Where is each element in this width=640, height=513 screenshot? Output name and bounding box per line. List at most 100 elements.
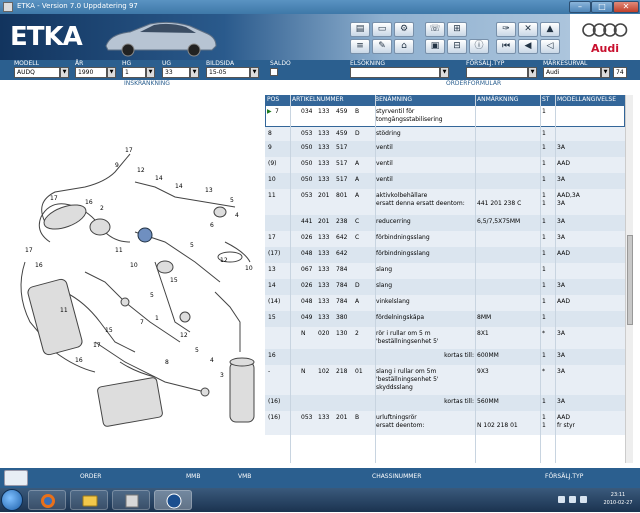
col-artikelnummer[interactable]: ARTIKELNUMMER [292,96,344,103]
modell-dropdown-icon[interactable]: ▼ [60,67,69,78]
table-row[interactable]: (16) 053 133 201 Burluftningsrör ersatt deent… [265,411,625,435]
tray-icon-3[interactable] [580,496,587,503]
prev-icon[interactable]: ◁ [540,39,560,54]
ar-dropdown-icon[interactable]: ▼ [107,67,116,78]
clock-time: 23:11 [610,492,626,498]
tray-icon-2[interactable] [569,496,576,503]
table-row[interactable]: 15 049 133 380 fördelningskåpa 8MM 1 [265,311,625,327]
table-row[interactable]: (17) 048 133 642 förbindningsslang 1 AAD [265,247,625,263]
order-icon[interactable]: ⊟ [447,39,467,54]
tray-icon-1[interactable] [558,496,565,503]
info-icon[interactable]: ⓘ [469,39,489,54]
col-modellangivelse[interactable]: MODELLANGIVELSE [557,96,616,103]
table-row[interactable]: (14) 048 133 784 Avinkelslang 1 AAD [265,295,625,311]
cell-pos: (17) [268,250,281,257]
bildsida-field[interactable]: 15-05 [206,67,250,78]
cell-modellangivelse: AAD [557,160,570,167]
col-benamning[interactable]: BENÄMNING [375,96,412,103]
svg-text:7: 7 [140,319,144,326]
car-icon[interactable]: ⌂ [394,39,414,54]
table-row[interactable]: 9 050 133 517 ventil 1 3A [265,141,625,157]
cart-icon[interactable]: ⊞ [447,22,467,37]
elsokning-dropdown-icon[interactable]: ▼ [440,67,449,78]
bildsida-dropdown-icon[interactable]: ▼ [250,67,259,78]
table-row[interactable]: (16) kortas till: 560MM 1 3A [265,395,625,411]
ug-dropdown-icon[interactable]: ▼ [190,67,199,78]
table-row[interactable]: 10 050 133 517 Aventil 1 3A [265,173,625,189]
table-row[interactable]: 11 053 201 801 Aaktivkolbehållare ersatt denn… [265,189,625,215]
markesurval-dropdown-icon[interactable]: ▼ [601,67,610,78]
cell-artikelnummer-part: 642 [336,234,348,241]
up-arrow-icon[interactable]: ▲ [540,22,560,37]
tool-icon[interactable]: ⚙ [394,22,414,37]
table-row[interactable]: ▶ 7 034 133 459 Bstyrventil för tomgångsstabil… [265,105,625,127]
table-row[interactable]: N 020 130 2 rör i rullar om 5 m'beställnings… [265,327,625,349]
pin-icon[interactable]: ✑ [496,22,516,37]
ar-field[interactable]: 1990 [75,67,107,78]
svg-text:5: 5 [230,197,234,204]
table-row[interactable]: 441 201 238 Creducerring 6,5/7,5X75MM 1 3A [265,215,625,231]
list-icon[interactable]: ≡ [350,39,370,54]
table-scrollbar[interactable] [625,95,633,463]
tab-vmb[interactable]: VMB [238,473,251,480]
tab-mmb[interactable]: MMB [186,473,200,480]
saldo-checkbox[interactable] [270,68,278,76]
minimize-button[interactable]: – [569,1,591,13]
firefox-taskbar-icon[interactable] [28,490,66,510]
table-row[interactable]: 16 kortas till: 600MM 1 3A [265,349,625,365]
markesurval-extra-field[interactable]: 74 [613,67,627,78]
table-row[interactable]: 14 026 133 784 Dslang 1 3A [265,279,625,295]
cell-modellangivelse: 3A [557,398,565,405]
cell-st: 1 [542,250,546,257]
audi-brand-panel: Audi [570,14,640,60]
etka-home-icon[interactable] [4,470,28,486]
cross-icon[interactable]: ✕ [518,22,538,37]
clock[interactable]: 23:11 2010-02-27 [598,491,638,507]
edit-icon[interactable]: ✎ [372,39,392,54]
col-st[interactable]: ST [542,96,549,103]
ug-field[interactable]: 33 [162,67,190,78]
markesurval-field[interactable]: Audi [543,67,601,78]
cell-artikelnummer-part: B [355,414,360,421]
cell-artikelnummer-part: B [355,108,360,115]
cell-artikelnummer-part: 218 [336,368,348,375]
forsalj-typ-dropdown-icon[interactable]: ▼ [528,67,537,78]
parts-illustration[interactable]: 17912 141413 546 21617 171611 10155 1712… [5,92,260,462]
forsalj-typ-field[interactable] [466,67,528,78]
scrollbar-thumb[interactable] [627,235,633,325]
tab-order[interactable]: ORDER [80,473,101,480]
first-page-icon[interactable]: ⏮ [496,39,516,54]
inskrankning-label[interactable]: INSKRÄNKNING [124,80,170,87]
tab-chassinummer[interactable]: CHASSINUMMER [372,473,421,480]
cell-benamning-line3: skyddsslang [376,384,413,391]
table-row[interactable]: 17 026 133 642 Cförbindningsslang 1 3A [265,231,625,247]
svg-text:12: 12 [220,257,228,264]
cell-anmarkning: N 102 218 01 [477,422,518,429]
table-row[interactable]: 8 053 133 459 Dstödring 1 [265,127,625,141]
tool-taskbar-icon[interactable] [112,490,150,510]
etka-taskbar-icon[interactable] [154,490,192,510]
orderformular-label[interactable]: ORDERFORMULÄR [446,80,501,87]
table-row[interactable]: - N 102 218 01 slang i rullar om 5m'beställni… [265,365,625,395]
close-button[interactable]: ✕ [613,1,639,13]
start-button[interactable] [1,489,23,511]
hg-dropdown-icon[interactable]: ▼ [146,67,155,78]
maximize-button[interactable]: □ [591,1,613,13]
phone-icon[interactable]: ☏ [425,22,445,37]
table-row[interactable]: 13 067 133 784 slang 1 [265,263,625,279]
hg-field[interactable]: 1 [122,67,146,78]
table-row[interactable]: (9) 050 133 517 Aventil 1 AAD [265,157,625,173]
explorer-taskbar-icon[interactable] [70,490,108,510]
cell-pos: 10 [268,176,276,183]
tab-forsalj-typ[interactable]: FÖRSÄLJ.TYP [545,473,583,480]
note-icon[interactable]: ▣ [425,39,445,54]
col-pos[interactable]: POS [267,96,279,103]
cell-st: 1 [542,234,546,241]
window-icon[interactable]: ▭ [372,22,392,37]
elsokning-field[interactable] [350,67,440,78]
col-anmarkning[interactable]: ANMÄRKNING [477,96,518,103]
cell-artikelnummer-part: 517 [336,160,348,167]
prev-page-icon[interactable]: ◀ [518,39,538,54]
print-icon[interactable]: ▤ [350,22,370,37]
modell-field[interactable]: AUDQ [14,67,60,78]
